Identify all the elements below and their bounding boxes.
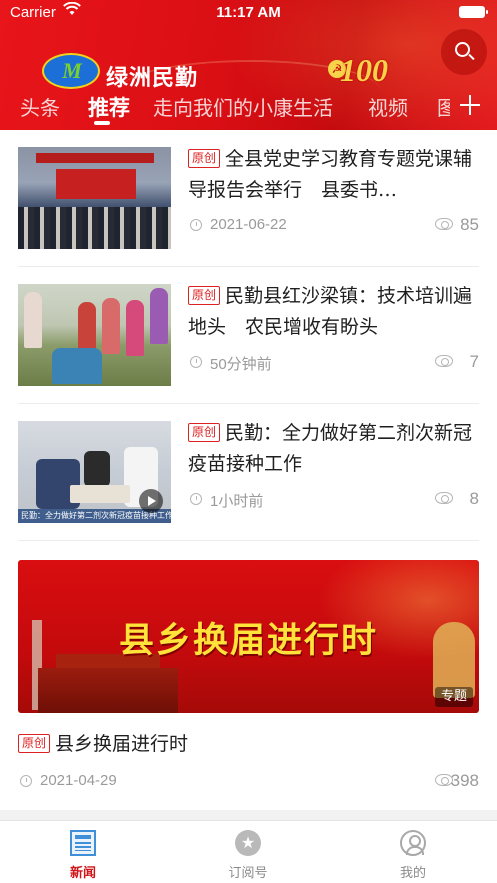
thumbnail-figure <box>52 348 102 384</box>
news-title-text: 县乡换届进行时 <box>55 733 189 755</box>
eye-icon <box>435 492 453 504</box>
view-count: 7 <box>469 352 479 371</box>
status-bar: Carrier 11:17 AM <box>0 0 497 26</box>
thumbnail-figure <box>24 292 42 348</box>
special-topic-banner[interactable]: 县乡换届进行时 专题 <box>18 560 479 713</box>
thumbnail-figure <box>126 300 144 356</box>
search-button[interactable] <box>441 29 487 75</box>
thumbnail-figure <box>102 298 120 354</box>
original-tag: 原创 <box>188 423 221 442</box>
publish-time: 50分钟前 <box>210 356 272 373</box>
news-thumbnail <box>18 147 171 249</box>
news-meta: 1小时前 8 <box>188 489 479 510</box>
tab-subscriptions[interactable]: 订阅号 <box>188 821 308 883</box>
tiananmen-gate <box>38 654 178 713</box>
logo-letter: M <box>62 58 82 83</box>
news-item[interactable]: 原创 全县党史学习教育专题党课辅导报告会举行 县委书… 2021-06-22 85 <box>18 130 479 267</box>
news-thumbnail: 民勤：全力做好第二剂次新冠疫苗接种工作 <box>18 421 171 523</box>
thumbnail-table <box>70 485 130 503</box>
clock-icon <box>190 493 202 505</box>
news-meta: 2021-04-29 398 <box>18 771 479 792</box>
news-title-text: 民勤：全力做好第二剂次新冠疫苗接种工作 <box>188 422 473 475</box>
tab-news[interactable]: 新闻 <box>23 821 143 883</box>
anniversary-number: 100 <box>340 52 388 88</box>
news-title-text: 全县党史学习教育专题党课辅导报告会举行 县委书… <box>188 148 473 201</box>
original-tag: 原创 <box>188 149 221 168</box>
tab-xiaokang-life[interactable]: 走向我们的小康生活 <box>153 92 333 121</box>
banner-heading: 县乡换届进行时 <box>118 621 378 661</box>
news-meta: 50分钟前 7 <box>188 352 479 373</box>
news-title[interactable]: 原创 民勤县红沙梁镇：技术培训遍地头 农民增收有盼头 <box>188 281 478 343</box>
view-count: 398 <box>450 771 479 790</box>
news-title[interactable]: 原创 全县党史学习教育专题党课辅导报告会举行 县委书… <box>188 144 478 206</box>
active-tab-indicator <box>94 121 110 125</box>
view-count: 8 <box>469 489 479 508</box>
tab-subscriptions-label: 订阅号 <box>228 866 268 881</box>
tab-video[interactable]: 视频 <box>368 92 408 121</box>
thumbnail-banner <box>36 153 154 163</box>
app-logo: M <box>42 53 100 89</box>
tab-headlines[interactable]: 头条 <box>20 92 60 121</box>
anniversary-badge: ☭ 100 <box>324 50 396 92</box>
original-tag: 原创 <box>18 734 51 753</box>
tab-news-label: 新闻 <box>69 866 96 881</box>
status-time: 11:17 AM <box>216 4 281 21</box>
eye-icon <box>435 218 453 230</box>
subscription-icon <box>235 830 261 856</box>
thumbnail-figure <box>150 288 168 344</box>
thumbnail-audience <box>18 207 171 249</box>
thumbnail-figure <box>84 451 110 487</box>
plus-icon[interactable] <box>454 89 486 121</box>
news-item[interactable]: 民勤：全力做好第二剂次新冠疫苗接种工作 原创 民勤：全力做好第二剂次新冠疫苗接种工… <box>18 404 479 541</box>
news-feed[interactable]: 原创 全县党史学习教育专题党课辅导报告会举行 县委书… 2021-06-22 85… <box>0 130 497 820</box>
tab-profile-label: 我的 <box>399 866 426 881</box>
app-header: Carrier 11:17 AM M 绿洲民勤 ☭ 100 头条 推荐 走向我们… <box>0 0 497 130</box>
eye-icon <box>435 355 453 367</box>
clock-icon <box>20 775 32 787</box>
news-title[interactable]: 原创 民勤：全力做好第二剂次新冠疫苗接种工作 <box>188 418 478 480</box>
thumbnail-stage <box>56 169 136 199</box>
news-title-text: 民勤县红沙梁镇：技术培训遍地头 农民增收有盼头 <box>188 285 473 338</box>
publish-time: 1小时前 <box>210 493 264 510</box>
tab-profile[interactable]: 我的 <box>353 821 473 883</box>
view-count: 85 <box>460 215 479 234</box>
publish-time: 2021-06-22 <box>210 216 287 233</box>
news-icon <box>70 830 96 856</box>
tab-images[interactable]: 图 <box>437 92 450 121</box>
news-meta: 2021-06-22 85 <box>188 215 479 236</box>
channel-tabs: 头条 推荐 走向我们的小康生活 视频 图 <box>0 88 450 128</box>
special-topic-card[interactable]: 县乡换届进行时 专题 原创 县乡换届进行时 2021-04-29 398 <box>18 560 479 805</box>
bottom-tab-bar: 新闻 订阅号 我的 <box>0 820 497 883</box>
play-icon[interactable] <box>139 489 163 513</box>
publish-time: 2021-04-29 <box>40 772 117 789</box>
profile-icon <box>400 830 426 856</box>
feed-separator <box>0 810 497 820</box>
original-tag: 原创 <box>188 286 221 305</box>
clock-icon <box>190 356 202 368</box>
news-item[interactable]: 原创 民勤县红沙梁镇：技术培训遍地头 农民增收有盼头 50分钟前 7 <box>18 267 479 404</box>
news-title[interactable]: 原创 县乡换届进行时 <box>18 729 479 760</box>
battery-icon <box>459 6 488 18</box>
clock-icon <box>190 219 202 231</box>
news-thumbnail <box>18 284 171 386</box>
search-icon-handle <box>468 53 475 61</box>
tab-recommended[interactable]: 推荐 <box>88 92 130 122</box>
topic-badge: 专题 <box>434 687 473 707</box>
